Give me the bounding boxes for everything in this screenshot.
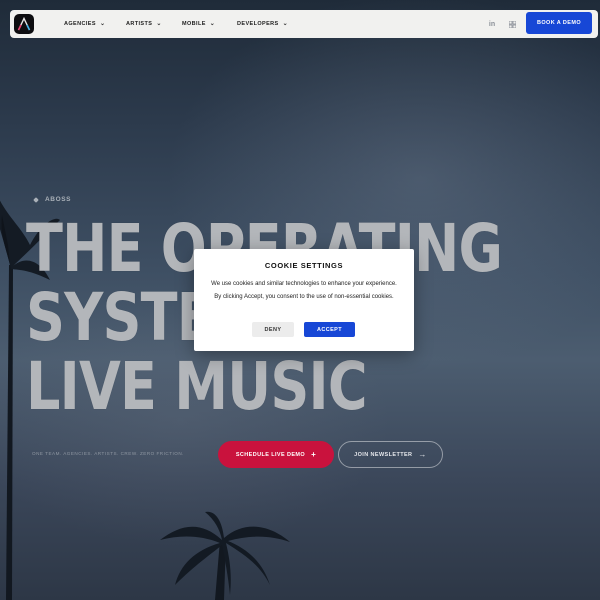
book-demo-button[interactable]: BOOK A DEMO	[526, 12, 592, 34]
hero-eyebrow: ABOSS	[33, 196, 72, 203]
cookie-settings-dialog: COOKIE SETTINGS We use cookies and simil…	[194, 249, 414, 351]
chevron-down-icon: ⌄	[209, 20, 216, 27]
nav-item-label: AGENCIES	[64, 21, 96, 27]
grid-glyph	[508, 20, 516, 28]
palm-tree-center	[160, 511, 290, 600]
join-newsletter-label: JOIN NEWSLETTER	[354, 451, 413, 458]
cookie-dialog-title: COOKIE SETTINGS	[264, 261, 344, 270]
schedule-live-demo-button[interactable]: SCHEDULE LIVE DEMO +	[218, 441, 334, 468]
schedule-demo-label: SCHEDULE LIVE DEMO	[235, 451, 306, 458]
aboss-logo-icon[interactable]	[14, 14, 34, 34]
top-navigation: AGENCIES ⌄ ARTISTS ⌄ MOBILE ⌄ DEVELOPERS…	[10, 10, 598, 38]
accept-cookies-button[interactable]: ACCEPT	[304, 322, 355, 337]
nav-item-label: DEVELOPERS	[237, 21, 279, 27]
eyebrow-label: ABOSS	[45, 196, 72, 203]
nav-item-label: MOBILE	[182, 21, 206, 27]
grid-icon[interactable]	[507, 19, 517, 29]
logo-triangle-icon	[17, 17, 31, 31]
hero-subtext: ONE TEAM. AGENCIES. ARTISTS. CREW. ZERO …	[32, 451, 184, 456]
nav-item-mobile[interactable]: MOBILE ⌄	[182, 10, 215, 38]
plus-icon: +	[311, 450, 317, 459]
nav-item-agencies[interactable]: AGENCIES ⌄	[64, 10, 105, 38]
chevron-down-icon: ⌄	[156, 20, 162, 27]
diamond-icon	[33, 196, 39, 203]
hero-headline-line-3: LIVE MUSIC	[26, 348, 368, 425]
nav-item-label: ARTISTS	[126, 21, 153, 27]
cookie-dialog-body: We use cookies and similar technologies …	[211, 281, 397, 300]
linkedin-icon[interactable]: in	[487, 19, 497, 29]
deny-cookies-button[interactable]: DENY	[252, 322, 294, 337]
nav-item-artists[interactable]: ARTISTS ⌄	[126, 10, 162, 38]
join-newsletter-button[interactable]: JOIN NEWSLETTER →	[338, 441, 443, 468]
nav-item-developers[interactable]: DEVELOPERS ⌄	[237, 10, 288, 38]
arrow-right-icon: →	[418, 450, 427, 459]
chevron-down-icon: ⌄	[99, 20, 106, 27]
chevron-down-icon: ⌄	[282, 20, 289, 27]
